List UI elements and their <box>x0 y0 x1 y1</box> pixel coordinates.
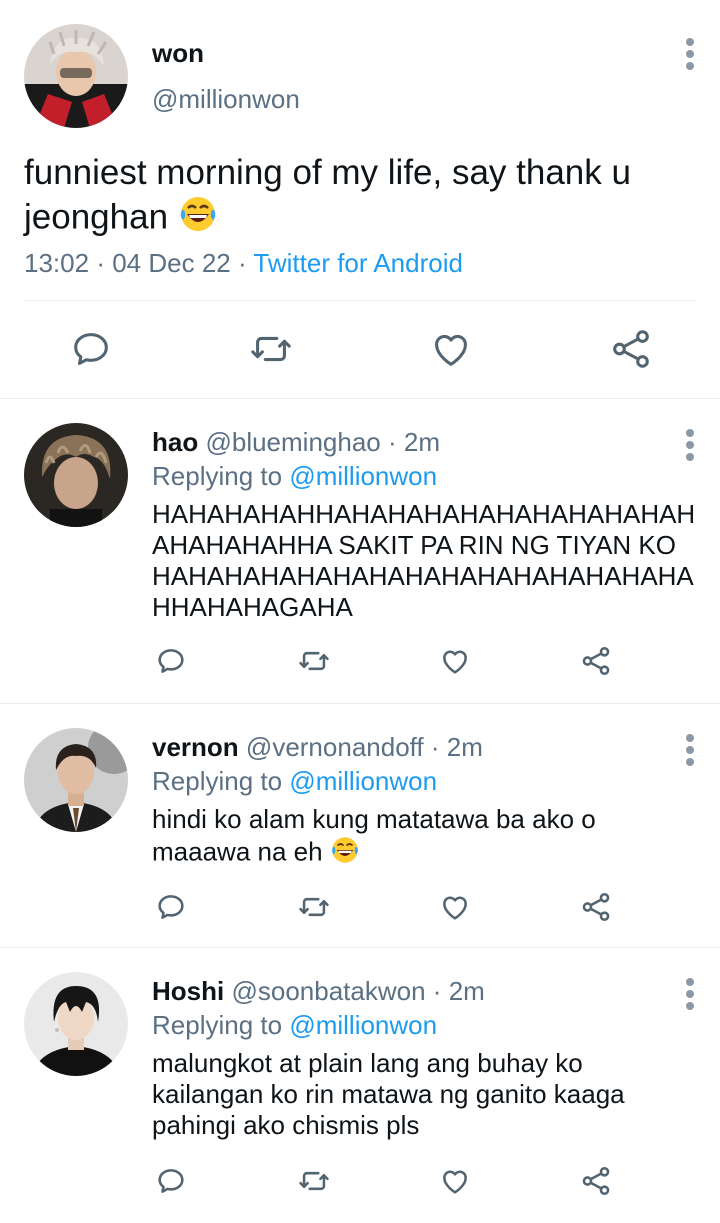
replying-to: Replying to @millionwon <box>152 461 437 492</box>
replying-mention[interactable]: @millionwon <box>289 461 437 491</box>
tweet-time[interactable]: 13:02 <box>24 248 89 278</box>
reply-age: 2m <box>448 976 485 1006</box>
reply-text: HAHAHAHAHHAHAHAHAHAHAHAHAHAHAH AHAHAHAHH… <box>152 499 696 622</box>
reply-icon[interactable] <box>154 890 188 924</box>
reply-text: malungkot at plain lang ang buhay ko kai… <box>152 1048 625 1140</box>
tweet-meta: 13:02 · 04 Dec 22 · Twitter for Android <box>24 248 463 279</box>
replying-mention[interactable]: @millionwon <box>289 1010 437 1040</box>
reply-header: hao @blueminghao · 2m <box>152 427 440 458</box>
author-name[interactable]: won <box>152 38 204 69</box>
avatar[interactable] <box>24 728 128 832</box>
more-vertical-icon[interactable] <box>682 734 698 766</box>
like-icon[interactable] <box>438 644 472 678</box>
main-tweet: won @millionwon funniest morning of my l… <box>0 0 720 398</box>
reply-header: Hoshi @soonbatakwon · 2m <box>152 976 485 1007</box>
reply-actions <box>0 1161 720 1201</box>
reply-icon[interactable] <box>154 1164 188 1198</box>
divider <box>24 300 696 301</box>
share-icon[interactable] <box>579 890 613 924</box>
avatar[interactable] <box>24 24 128 128</box>
avatar[interactable] <box>24 972 128 1076</box>
like-icon[interactable] <box>438 1164 472 1198</box>
reply-text-content: hindi ko alam kung matatawa ba ako o maa… <box>152 804 596 867</box>
reply-icon[interactable] <box>154 644 188 678</box>
reply-author-name[interactable]: vernon <box>152 732 239 762</box>
reply-tweet[interactable]: Hoshi @soonbatakwon · 2m Replying to @mi… <box>0 947 720 1223</box>
tweet-actions <box>0 318 720 380</box>
reply-actions <box>0 887 720 927</box>
retweet-icon[interactable] <box>297 644 331 678</box>
laughing-emoji-icon <box>330 835 360 872</box>
replying-label: Replying to <box>152 461 283 491</box>
reply-author-handle[interactable]: @soonbatakwon <box>231 976 425 1006</box>
laughing-emoji-icon <box>178 194 218 244</box>
meta-separator: · <box>96 248 105 278</box>
reply-author-handle[interactable]: @blueminghao <box>205 427 380 457</box>
reply-header: vernon @vernonandoff · 2m <box>152 732 483 763</box>
avatar[interactable] <box>24 423 128 527</box>
retweet-icon[interactable] <box>297 890 331 924</box>
share-icon[interactable] <box>579 1164 613 1198</box>
tweet-date[interactable]: 04 Dec 22 <box>112 248 231 278</box>
reply-actions <box>0 641 720 681</box>
reply-author-handle[interactable]: @vernonandoff <box>246 732 424 762</box>
retweet-icon[interactable] <box>248 326 294 372</box>
reply-age: 2m <box>446 732 483 762</box>
replying-label: Replying to <box>152 766 283 796</box>
author-handle[interactable]: @millionwon <box>152 84 300 115</box>
reply-text: hindi ko alam kung matatawa ba ako o maa… <box>152 804 700 872</box>
meta-separator: · <box>388 427 397 457</box>
replying-mention[interactable]: @millionwon <box>289 766 437 796</box>
more-vertical-icon[interactable] <box>682 978 698 1010</box>
tweet-text: funniest morning of my life, say thank u… <box>24 152 704 244</box>
reply-tweet[interactable]: hao @blueminghao · 2m Replying to @milli… <box>0 398 720 703</box>
replying-to: Replying to @millionwon <box>152 766 437 797</box>
tweet-text-content: funniest morning of my life, say thank u… <box>24 153 631 237</box>
meta-separator: · <box>430 732 440 762</box>
tweet-source[interactable]: Twitter for Android <box>253 248 463 278</box>
share-icon[interactable] <box>579 644 613 678</box>
meta-separator: · <box>237 248 247 278</box>
more-vertical-icon[interactable] <box>682 38 698 70</box>
reply-age: 2m <box>403 427 441 457</box>
like-icon[interactable] <box>438 890 472 924</box>
meta-separator: · <box>432 976 442 1006</box>
share-icon[interactable] <box>608 326 654 372</box>
retweet-icon[interactable] <box>297 1164 331 1198</box>
replying-to: Replying to @millionwon <box>152 1010 437 1041</box>
reply-icon[interactable] <box>68 326 114 372</box>
like-icon[interactable] <box>428 326 474 372</box>
reply-author-name[interactable]: hao <box>152 427 198 457</box>
reply-author-name[interactable]: Hoshi <box>152 976 224 1006</box>
more-vertical-icon[interactable] <box>682 429 698 461</box>
tweet-thread: won @millionwon funniest morning of my l… <box>0 0 720 1223</box>
replying-label: Replying to <box>152 1010 283 1040</box>
reply-tweet[interactable]: vernon @vernonandoff · 2m Replying to @m… <box>0 703 720 947</box>
